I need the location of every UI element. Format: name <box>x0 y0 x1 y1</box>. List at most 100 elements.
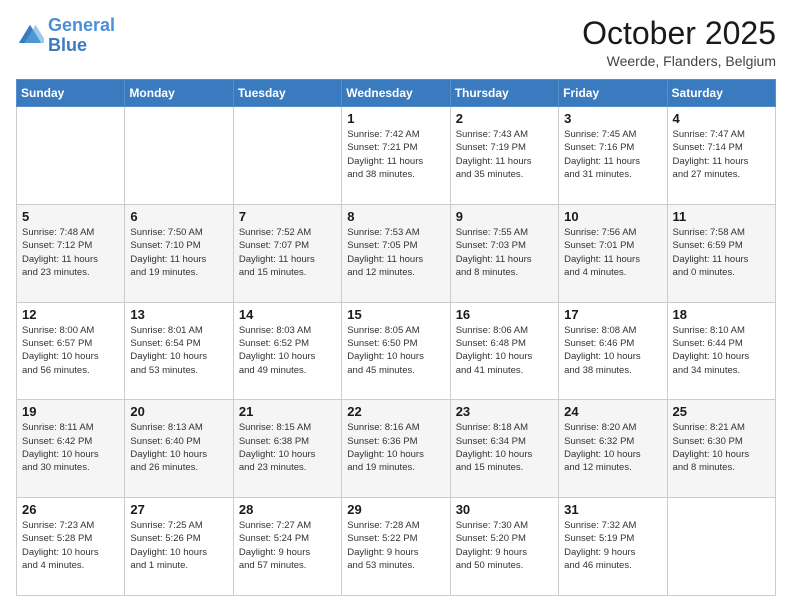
cell-2-4: 16 Sunrise: 8:06 AM Sunset: 6:48 PM Dayli… <box>450 302 558 400</box>
page: General Blue October 2025 Weerde, Flande… <box>0 0 792 612</box>
cell-4-6 <box>667 498 775 596</box>
cell-0-1 <box>125 107 233 205</box>
header-friday: Friday <box>559 80 667 107</box>
day-number-2-0: 12 <box>22 307 119 322</box>
day-info-3-2: Sunrise: 8:15 AM Sunset: 6:38 PM Dayligh… <box>239 421 336 474</box>
day-number-1-1: 6 <box>130 209 227 224</box>
logo: General Blue <box>16 16 115 56</box>
cell-1-0: 5 Sunrise: 7:48 AM Sunset: 7:12 PM Daylig… <box>17 204 125 302</box>
cell-4-5: 31 Sunrise: 7:32 AM Sunset: 5:19 PM Dayli… <box>559 498 667 596</box>
day-number-3-2: 21 <box>239 404 336 419</box>
day-number-3-5: 24 <box>564 404 661 419</box>
cell-2-0: 12 Sunrise: 8:00 AM Sunset: 6:57 PM Dayli… <box>17 302 125 400</box>
day-number-0-5: 3 <box>564 111 661 126</box>
cell-0-0 <box>17 107 125 205</box>
cell-3-0: 19Sunrise: 8:11 AM Sunset: 6:42 PM Dayli… <box>17 400 125 498</box>
day-info-4-4: Sunrise: 7:30 AM Sunset: 5:20 PM Dayligh… <box>456 519 553 572</box>
cell-3-1: 20 Sunrise: 8:13 AM Sunset: 6:40 PM Dayli… <box>125 400 233 498</box>
header-thursday: Thursday <box>450 80 558 107</box>
cell-3-2: 21 Sunrise: 8:15 AM Sunset: 6:38 PM Dayli… <box>233 400 341 498</box>
day-number-4-1: 27 <box>130 502 227 517</box>
day-info-4-3: Sunrise: 7:28 AM Sunset: 5:22 PM Dayligh… <box>347 519 444 572</box>
day-number-4-0: 26 <box>22 502 119 517</box>
day-info-3-5: Sunrise: 8:20 AM Sunset: 6:32 PM Dayligh… <box>564 421 661 474</box>
cell-2-3: 15Sunrise: 8:05 AM Sunset: 6:50 PM Dayli… <box>342 302 450 400</box>
day-info-2-2: Sunrise: 8:03 AM Sunset: 6:52 PM Dayligh… <box>239 324 336 377</box>
day-info-3-6: Sunrise: 8:21 AM Sunset: 6:30 PM Dayligh… <box>673 421 770 474</box>
cell-1-2: 7 Sunrise: 7:52 AM Sunset: 7:07 PM Daylig… <box>233 204 341 302</box>
week-row-4: 26 Sunrise: 7:23 AM Sunset: 5:28 PM Dayli… <box>17 498 776 596</box>
day-info-1-4: Sunrise: 7:55 AM Sunset: 7:03 PM Dayligh… <box>456 226 553 279</box>
cell-3-4: 23Sunrise: 8:18 AM Sunset: 6:34 PM Dayli… <box>450 400 558 498</box>
week-row-0: 1 Sunrise: 7:42 AM Sunset: 7:21 PM Daylig… <box>17 107 776 205</box>
day-info-3-3: Sunrise: 8:16 AM Sunset: 6:36 PM Dayligh… <box>347 421 444 474</box>
day-info-2-4: Sunrise: 8:06 AM Sunset: 6:48 PM Dayligh… <box>456 324 553 377</box>
cell-1-1: 6 Sunrise: 7:50 AM Sunset: 7:10 PM Daylig… <box>125 204 233 302</box>
day-info-1-3: Sunrise: 7:53 AM Sunset: 7:05 PM Dayligh… <box>347 226 444 279</box>
location-title: Weerde, Flanders, Belgium <box>582 53 776 69</box>
month-title: October 2025 <box>582 16 776 51</box>
cell-0-3: 1 Sunrise: 7:42 AM Sunset: 7:21 PM Daylig… <box>342 107 450 205</box>
day-info-4-2: Sunrise: 7:27 AM Sunset: 5:24 PM Dayligh… <box>239 519 336 572</box>
week-row-3: 19Sunrise: 8:11 AM Sunset: 6:42 PM Dayli… <box>17 400 776 498</box>
cell-3-6: 25 Sunrise: 8:21 AM Sunset: 6:30 PM Dayli… <box>667 400 775 498</box>
day-number-0-3: 1 <box>347 111 444 126</box>
day-info-0-3: Sunrise: 7:42 AM Sunset: 7:21 PM Dayligh… <box>347 128 444 181</box>
day-number-3-0: 19 <box>22 404 119 419</box>
cell-3-3: 22Sunrise: 8:16 AM Sunset: 6:36 PM Dayli… <box>342 400 450 498</box>
day-info-4-5: Sunrise: 7:32 AM Sunset: 5:19 PM Dayligh… <box>564 519 661 572</box>
day-number-2-1: 13 <box>130 307 227 322</box>
header-monday: Monday <box>125 80 233 107</box>
header-saturday: Saturday <box>667 80 775 107</box>
header-sunday: Sunday <box>17 80 125 107</box>
day-number-3-6: 25 <box>673 404 770 419</box>
day-info-3-4: Sunrise: 8:18 AM Sunset: 6:34 PM Dayligh… <box>456 421 553 474</box>
day-info-2-5: Sunrise: 8:08 AM Sunset: 6:46 PM Dayligh… <box>564 324 661 377</box>
day-info-2-6: Sunrise: 8:10 AM Sunset: 6:44 PM Dayligh… <box>673 324 770 377</box>
header-wednesday: Wednesday <box>342 80 450 107</box>
day-number-1-5: 10 <box>564 209 661 224</box>
day-info-2-0: Sunrise: 8:00 AM Sunset: 6:57 PM Dayligh… <box>22 324 119 377</box>
cell-0-6: 4Sunrise: 7:47 AM Sunset: 7:14 PM Daylig… <box>667 107 775 205</box>
day-number-2-4: 16 <box>456 307 553 322</box>
cell-1-5: 10 Sunrise: 7:56 AM Sunset: 7:01 PM Dayli… <box>559 204 667 302</box>
day-number-3-1: 20 <box>130 404 227 419</box>
day-number-4-5: 31 <box>564 502 661 517</box>
day-number-2-6: 18 <box>673 307 770 322</box>
day-number-1-0: 5 <box>22 209 119 224</box>
day-number-1-6: 11 <box>673 209 770 224</box>
cell-2-2: 14 Sunrise: 8:03 AM Sunset: 6:52 PM Dayli… <box>233 302 341 400</box>
day-info-4-0: Sunrise: 7:23 AM Sunset: 5:28 PM Dayligh… <box>22 519 119 572</box>
cell-1-4: 9 Sunrise: 7:55 AM Sunset: 7:03 PM Daylig… <box>450 204 558 302</box>
cell-2-6: 18 Sunrise: 8:10 AM Sunset: 6:44 PM Dayli… <box>667 302 775 400</box>
cell-0-5: 3Sunrise: 7:45 AM Sunset: 7:16 PM Daylig… <box>559 107 667 205</box>
day-info-1-2: Sunrise: 7:52 AM Sunset: 7:07 PM Dayligh… <box>239 226 336 279</box>
day-number-4-4: 30 <box>456 502 553 517</box>
cell-0-4: 2 Sunrise: 7:43 AM Sunset: 7:19 PM Daylig… <box>450 107 558 205</box>
logo-icon <box>16 22 44 50</box>
day-number-2-2: 14 <box>239 307 336 322</box>
day-number-2-5: 17 <box>564 307 661 322</box>
logo-text: General Blue <box>48 16 115 56</box>
day-info-1-5: Sunrise: 7:56 AM Sunset: 7:01 PM Dayligh… <box>564 226 661 279</box>
day-number-1-2: 7 <box>239 209 336 224</box>
day-info-1-6: Sunrise: 7:58 AM Sunset: 6:59 PM Dayligh… <box>673 226 770 279</box>
day-info-1-0: Sunrise: 7:48 AM Sunset: 7:12 PM Dayligh… <box>22 226 119 279</box>
calendar-table: Sunday Monday Tuesday Wednesday Thursday… <box>16 79 776 596</box>
day-number-0-4: 2 <box>456 111 553 126</box>
cell-4-0: 26 Sunrise: 7:23 AM Sunset: 5:28 PM Dayli… <box>17 498 125 596</box>
day-number-1-4: 9 <box>456 209 553 224</box>
cell-4-4: 30 Sunrise: 7:30 AM Sunset: 5:20 PM Dayli… <box>450 498 558 596</box>
day-info-0-4: Sunrise: 7:43 AM Sunset: 7:19 PM Dayligh… <box>456 128 553 181</box>
cell-4-3: 29Sunrise: 7:28 AM Sunset: 5:22 PM Dayli… <box>342 498 450 596</box>
week-row-1: 5 Sunrise: 7:48 AM Sunset: 7:12 PM Daylig… <box>17 204 776 302</box>
day-info-3-1: Sunrise: 8:13 AM Sunset: 6:40 PM Dayligh… <box>130 421 227 474</box>
weekday-header-row: Sunday Monday Tuesday Wednesday Thursday… <box>17 80 776 107</box>
cell-3-5: 24 Sunrise: 8:20 AM Sunset: 6:32 PM Dayli… <box>559 400 667 498</box>
day-info-4-1: Sunrise: 7:25 AM Sunset: 5:26 PM Dayligh… <box>130 519 227 572</box>
cell-2-1: 13Sunrise: 8:01 AM Sunset: 6:54 PM Dayli… <box>125 302 233 400</box>
day-info-1-1: Sunrise: 7:50 AM Sunset: 7:10 PM Dayligh… <box>130 226 227 279</box>
day-info-0-6: Sunrise: 7:47 AM Sunset: 7:14 PM Dayligh… <box>673 128 770 181</box>
cell-4-1: 27 Sunrise: 7:25 AM Sunset: 5:26 PM Dayli… <box>125 498 233 596</box>
day-info-2-3: Sunrise: 8:05 AM Sunset: 6:50 PM Dayligh… <box>347 324 444 377</box>
